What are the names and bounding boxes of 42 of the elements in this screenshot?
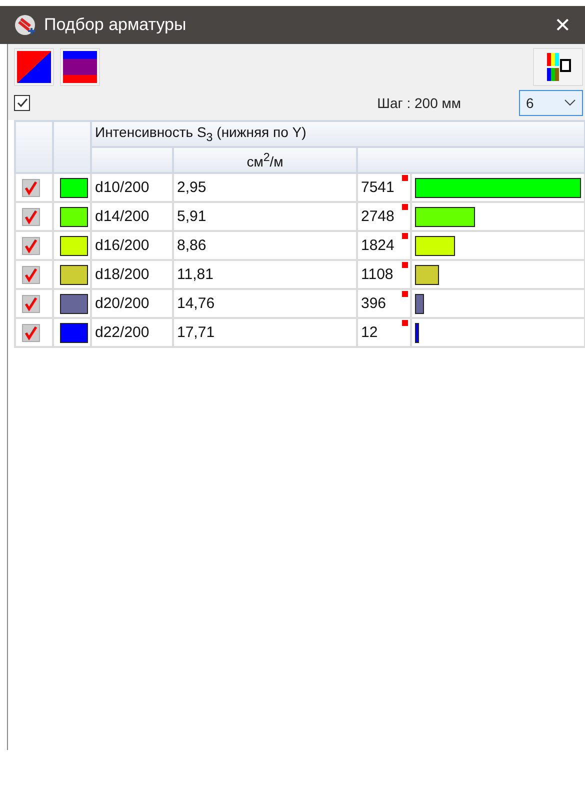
table-cell: 7541: [361, 179, 394, 196]
row-checkbox[interactable]: [22, 266, 40, 284]
table-cell: d20/200: [91, 289, 173, 318]
table-cell: d22/200: [91, 318, 173, 347]
marker-icon: [402, 291, 408, 297]
row-checkbox[interactable]: [22, 236, 40, 255]
column-group-header: Интенсивность S$_{3}$ (нижняя по Y): [91, 121, 585, 147]
table-cell: 1824: [361, 237, 394, 254]
table-cell: 396: [361, 295, 386, 312]
table-cell: 14,76: [173, 289, 357, 318]
table-cell: 8,86: [173, 231, 357, 260]
marker-icon: [402, 175, 408, 181]
row-checkbox[interactable]: [22, 324, 40, 342]
table-cell: d16/200: [91, 231, 173, 260]
table-cell: 5,91: [173, 202, 357, 231]
table-cell: 17,71: [173, 318, 357, 347]
close-button[interactable]: ✕: [550, 13, 575, 37]
table-cell: d14/200: [91, 202, 173, 231]
table-cell: 12: [361, 324, 378, 341]
marker-icon: [402, 233, 408, 239]
window-title: Подбор арматуры: [44, 15, 188, 35]
app-logo-icon: [14, 14, 36, 36]
palette-button[interactable]: [533, 48, 583, 86]
step-label: Шаг : 200 мм: [377, 95, 461, 111]
table-cell: 1108: [361, 266, 394, 283]
row-checkbox[interactable]: [22, 208, 40, 226]
show-all-checkbox[interactable]: [14, 95, 30, 111]
diagonal-fill-button[interactable]: [14, 48, 54, 86]
count-dropdown[interactable]: 6: [519, 90, 583, 116]
marker-icon: [402, 262, 408, 268]
caret-icon: [564, 99, 576, 107]
table-cell: 11,81: [173, 260, 357, 289]
table-cell: d18/200: [91, 260, 173, 289]
marker-icon: [402, 320, 408, 326]
table-cell: d10/200: [91, 173, 173, 202]
marker-icon: [402, 204, 408, 210]
row-checkbox[interactable]: [22, 178, 40, 197]
stripe-fill-button[interactable]: [60, 48, 100, 86]
row-checkbox[interactable]: [22, 294, 40, 313]
table-cell: 2748: [361, 208, 394, 225]
table-cell: 2,95: [173, 173, 357, 202]
unit-column-header: см$^{2}$/м: [173, 147, 357, 173]
